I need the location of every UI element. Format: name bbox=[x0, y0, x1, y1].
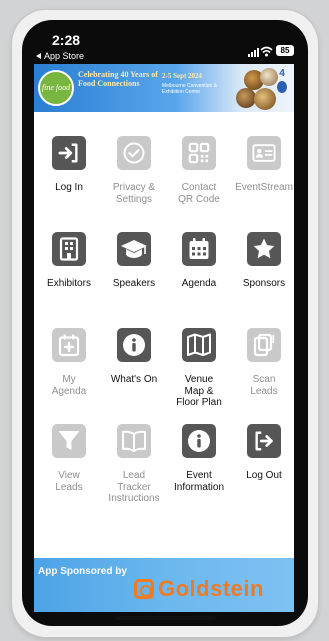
tile-label: Exhibitors bbox=[47, 278, 91, 289]
sponsor-name: Goldstein bbox=[158, 576, 264, 601]
logout-icon bbox=[247, 424, 281, 458]
tile-label: Log Out bbox=[246, 470, 282, 481]
tile-log-out[interactable]: Log Out bbox=[232, 424, 296, 482]
login-icon bbox=[52, 136, 86, 170]
tile-eventstream[interactable]: EventStream bbox=[232, 136, 296, 194]
signal-icon bbox=[248, 48, 259, 57]
camera-notch bbox=[112, 20, 224, 44]
status-bar: 2:28 App Store 85 bbox=[22, 20, 308, 64]
tile-view-leads[interactable]: View Leads bbox=[37, 424, 101, 493]
graduation-cap-icon bbox=[117, 232, 151, 266]
calendar-plus-icon bbox=[52, 328, 86, 362]
tile-label: Contact QR Code bbox=[178, 182, 220, 205]
home-indicator[interactable] bbox=[116, 616, 216, 620]
tile-exhibitors[interactable]: Exhibitors bbox=[37, 232, 101, 290]
map-icon bbox=[182, 328, 216, 362]
tile-label: View Leads bbox=[55, 470, 83, 493]
filter-icon bbox=[52, 424, 86, 458]
tile-privacy-settings[interactable]: Privacy & Settings bbox=[102, 136, 166, 205]
tile-speakers[interactable]: Speakers bbox=[102, 232, 166, 290]
tile-my-agenda[interactable]: My Agenda bbox=[37, 328, 101, 397]
book-icon bbox=[117, 424, 151, 458]
sponsor-label: App Sponsored by bbox=[38, 566, 127, 577]
back-to-app-store[interactable]: App Store bbox=[36, 51, 84, 61]
banner-title: Celebrating 40 Years of Food Connections bbox=[78, 70, 158, 88]
tile-label: Sponsors bbox=[242, 278, 286, 289]
tile-label: EventStream bbox=[235, 182, 293, 193]
star-icon bbox=[247, 232, 281, 266]
tile-label: Speakers bbox=[112, 278, 156, 289]
tile-label: Privacy & Settings bbox=[112, 182, 156, 205]
info-icon bbox=[117, 328, 151, 362]
calendar-icon bbox=[182, 232, 216, 266]
info-icon bbox=[182, 424, 216, 458]
tile-agenda[interactable]: Agenda bbox=[167, 232, 231, 290]
back-label: App Store bbox=[44, 51, 85, 61]
tile-label: Event Information bbox=[173, 470, 225, 493]
anniversary-logo: 4 bbox=[274, 68, 290, 108]
app-screen: fine food Celebrating 40 Years of Food C… bbox=[34, 64, 294, 612]
phone-bezel: 2:28 App Store 85 fine food Celebrating … bbox=[22, 20, 308, 626]
banner-dates: 2-5 Sept 2024 bbox=[162, 72, 203, 80]
status-time: 2:28 bbox=[52, 32, 81, 48]
battery-icon: 85 bbox=[276, 45, 294, 56]
tile-event-information[interactable]: Event Information bbox=[167, 424, 231, 493]
id-card-icon bbox=[247, 136, 281, 170]
tile-venue-map-floor-plan[interactable]: Venue Map & Floor Plan bbox=[167, 328, 231, 409]
building-icon bbox=[52, 232, 86, 266]
tile-contact-qr-code[interactable]: Contact QR Code bbox=[167, 136, 231, 205]
tile-label: Venue Map & Floor Plan bbox=[176, 374, 222, 408]
sponsor-footer[interactable]: App Sponsored by Goldstein bbox=[34, 558, 294, 612]
banner-venue: Melbourne Convention & Exhibition Centre bbox=[162, 83, 218, 95]
tile-scan-leads[interactable]: Scan Leads bbox=[232, 328, 296, 397]
wifi-icon bbox=[260, 46, 273, 57]
event-banner[interactable]: fine food Celebrating 40 Years of Food C… bbox=[34, 64, 294, 112]
tile-sponsors[interactable]: Sponsors bbox=[232, 232, 296, 290]
tile-label: Log In bbox=[55, 182, 83, 193]
tile-log-in[interactable]: Log In bbox=[37, 136, 101, 194]
tile-lead-tracker-instructions[interactable]: Lead Tracker Instructions bbox=[102, 424, 166, 505]
goldstein-mark-icon bbox=[134, 579, 154, 599]
tile-label: Agenda bbox=[181, 278, 217, 289]
back-arrow-icon bbox=[36, 53, 41, 59]
tile-label: My Agenda bbox=[51, 374, 87, 397]
tile-what-s-on[interactable]: What's On bbox=[102, 328, 166, 386]
sponsor-logo: Goldstein bbox=[134, 576, 264, 602]
check-circle-icon bbox=[117, 136, 151, 170]
fine-food-logo: fine food bbox=[38, 70, 74, 106]
qr-code-icon bbox=[182, 136, 216, 170]
tile-label: Scan Leads bbox=[250, 374, 278, 397]
scan-device-icon bbox=[247, 328, 281, 362]
tile-label: What's On bbox=[110, 374, 158, 385]
tile-label: Lead Tracker Instructions bbox=[108, 470, 160, 504]
